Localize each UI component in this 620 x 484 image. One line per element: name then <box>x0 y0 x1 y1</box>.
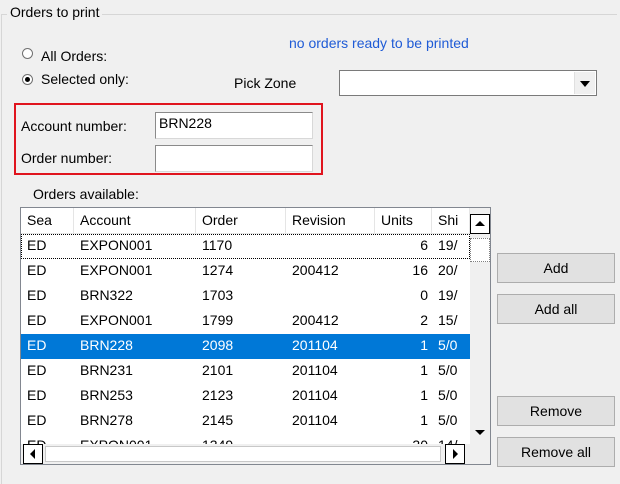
scroll-corner <box>470 444 490 464</box>
cell-revision: 201104 <box>292 362 338 378</box>
column-header-revision[interactable]: Revision <box>286 208 375 234</box>
column-header-order[interactable]: Order <box>196 208 286 234</box>
cell-order: 1703 <box>202 287 234 303</box>
cell-sea: ED <box>27 362 47 378</box>
orders-available-label: Orders available: <box>33 186 139 202</box>
table-row[interactable]: ED BRN231 2101 201104 1 5/0 <box>21 359 470 384</box>
cell-sea: ED <box>27 237 47 253</box>
pick-zone-select[interactable] <box>339 70 597 96</box>
cell-account: EXPON001 <box>80 237 153 253</box>
cell-sea: ED <box>27 337 47 353</box>
cell-account: BRN278 <box>80 412 133 428</box>
cell-ship: 15/ <box>438 312 458 328</box>
cell-account: BRN231 <box>80 362 133 378</box>
radio-all-orders-label: All Orders: <box>41 48 108 64</box>
order-number-label: Order number: <box>21 150 113 166</box>
cell-ship: 5/0 <box>438 362 458 378</box>
cell-order: 2145 <box>202 412 234 428</box>
remove-button[interactable]: Remove <box>497 396 615 426</box>
status-message: no orders ready to be printed <box>289 35 469 51</box>
radio-all-orders[interactable]: All Orders: <box>22 45 108 64</box>
table-row[interactable]: ED BRN253 2123 201104 1 5/0 <box>21 384 470 409</box>
cell-account: EXPON001 <box>80 262 153 278</box>
horizontal-scrollbar[interactable] <box>21 444 470 464</box>
scroll-down-button[interactable] <box>470 422 490 442</box>
cell-revision: 201104 <box>292 412 338 428</box>
group-title: Orders to print <box>7 4 103 20</box>
cell-ship: 19/ <box>438 237 458 253</box>
radio-selected-only-label: Selected only: <box>41 71 129 87</box>
add-button[interactable]: Add <box>497 253 615 283</box>
cell-order: 1799 <box>202 312 234 328</box>
table-row[interactable]: ED EXPON001 1170 6 19/ <box>21 234 470 259</box>
cell-revision <box>286 284 375 309</box>
horizontal-scroll-thumb[interactable] <box>45 446 441 462</box>
table-row[interactable]: ED BRN278 2145 201104 1 5/0 <box>21 409 470 434</box>
table-header: Sea Account Order Revision Units Shi <box>21 208 470 234</box>
add-all-button[interactable]: Add all <box>497 294 615 324</box>
cell-units: 1 <box>420 412 428 428</box>
orders-list[interactable]: Sea Account Order Revision Units Shi ED E… <box>20 207 491 465</box>
cell-ship: 5/0 <box>438 412 458 428</box>
table-row[interactable]: ED EXPON001 1799 200412 2 15/ <box>21 309 470 334</box>
chevron-down-icon[interactable] <box>574 72 595 94</box>
cell-units: 0 <box>420 287 428 303</box>
table-row[interactable]: ED BRN228 2098 201104 1 5/0 <box>21 334 470 359</box>
radio-selected-only-icon[interactable] <box>22 73 33 85</box>
table-row[interactable]: ED EXPON001 1274 200412 16 20/ <box>21 259 470 284</box>
cell-sea: ED <box>27 387 47 403</box>
remove-all-button[interactable]: Remove all <box>497 437 615 467</box>
scroll-left-button[interactable] <box>23 444 43 464</box>
cell-ship: 19/ <box>438 287 458 303</box>
cell-revision: 200412 <box>292 312 339 328</box>
cell-sea: ED <box>27 312 47 328</box>
account-number-label: Account number: <box>21 118 127 134</box>
cell-order: 2098 <box>202 337 234 353</box>
scroll-left-icon <box>30 449 35 459</box>
cell-sea: ED <box>27 287 47 303</box>
cell-account: BRN322 <box>80 287 133 303</box>
cell-revision: 200412 <box>292 262 339 278</box>
scroll-right-icon <box>453 449 458 459</box>
scroll-down-icon <box>475 430 485 435</box>
cell-units: 1 <box>420 387 428 403</box>
cell-ship: 5/0 <box>438 337 458 353</box>
cell-revision <box>286 234 375 259</box>
cell-order: 1274 <box>202 262 234 278</box>
cell-units: 16 <box>412 262 428 278</box>
scroll-up-button[interactable] <box>470 214 490 234</box>
cell-ship: 20/ <box>438 262 458 278</box>
cell-revision: 201104 <box>292 387 338 403</box>
vertical-scroll-thumb[interactable] <box>470 238 490 262</box>
scroll-up-icon <box>475 221 485 226</box>
cell-order: 2123 <box>202 387 234 403</box>
cell-account: BRN228 <box>80 337 133 353</box>
cell-units: 6 <box>420 237 428 253</box>
radio-selected-only[interactable]: Selected only: <box>22 71 129 87</box>
table-row[interactable]: ED BRN322 1703 0 19/ <box>21 284 470 309</box>
cell-sea: ED <box>27 412 47 428</box>
column-header-account[interactable]: Account <box>74 208 196 234</box>
cell-account: BRN253 <box>80 387 133 403</box>
cell-units: 1 <box>420 337 428 353</box>
cell-account: EXPON001 <box>80 312 153 328</box>
cell-revision: 201104 <box>292 337 338 353</box>
column-header-units[interactable]: Units <box>375 208 432 234</box>
radio-all-orders-icon[interactable] <box>22 47 33 59</box>
cell-ship: 5/0 <box>438 387 458 403</box>
order-number-input[interactable] <box>155 145 313 172</box>
cell-order: 1170 <box>202 237 233 253</box>
cell-units: 2 <box>420 312 428 328</box>
pick-zone-label: Pick Zone <box>234 75 297 91</box>
account-number-input[interactable]: BRN228 <box>155 112 313 139</box>
column-header-sea[interactable]: Sea <box>21 208 74 234</box>
vertical-scrollbar[interactable] <box>470 208 490 444</box>
cell-order: 2101 <box>202 362 234 378</box>
scroll-right-button[interactable] <box>445 444 465 464</box>
cell-sea: ED <box>27 262 47 278</box>
column-header-ship[interactable]: Shi <box>432 208 470 234</box>
cell-units: 1 <box>420 362 428 378</box>
